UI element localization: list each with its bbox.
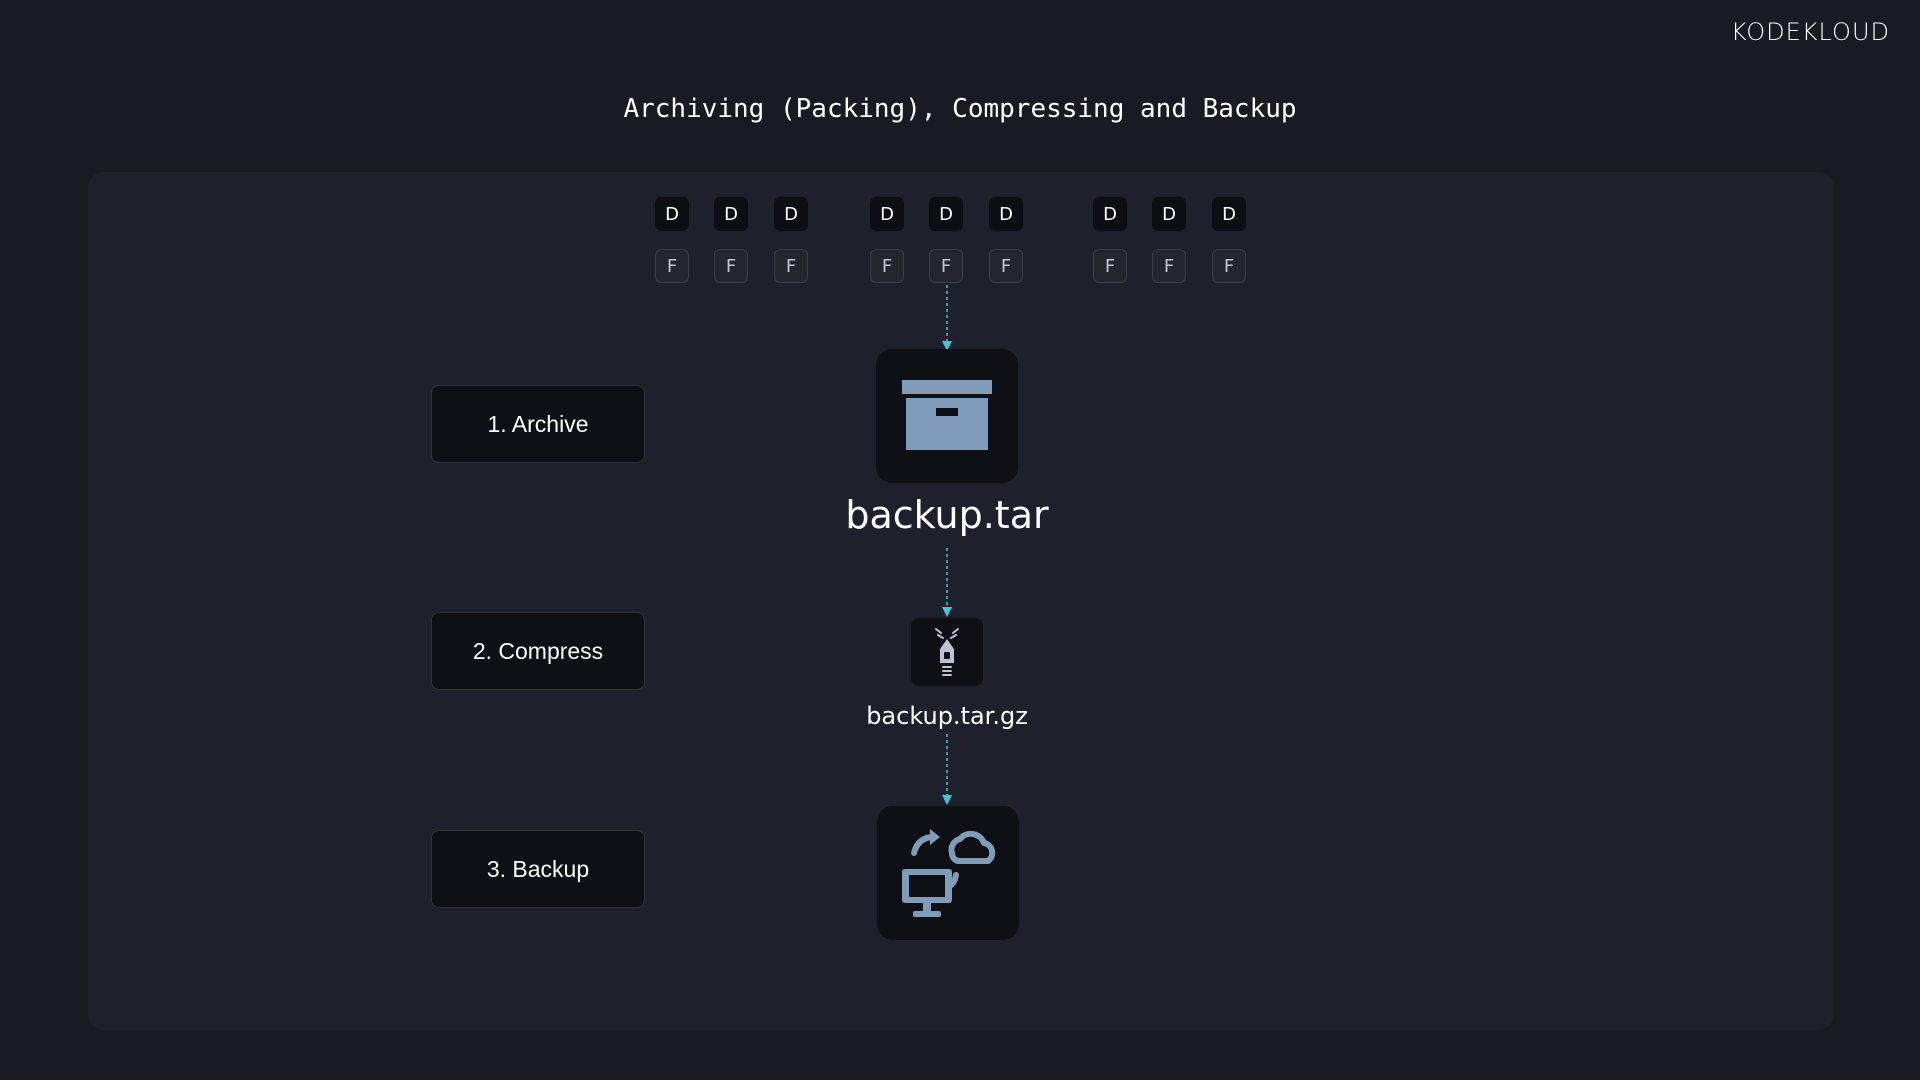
file-tile: F <box>774 249 808 283</box>
file-tile: F <box>1093 249 1127 283</box>
directory-tile: D <box>774 197 808 231</box>
directory-tile: D <box>989 197 1023 231</box>
file-tile: F <box>989 249 1023 283</box>
backup-icon-box <box>877 806 1019 940</box>
archive-box-icon <box>902 380 992 450</box>
file-tile: F <box>929 249 963 283</box>
slide: KODEKLOUD Archiving (Packing), Compressi… <box>0 0 1920 1080</box>
directory-tile: D <box>1152 197 1186 231</box>
archive-filename: backup.tar <box>845 493 1049 537</box>
kodekloud-logo: KODEKLOUD <box>1730 18 1890 46</box>
directory-tile: D <box>929 197 963 231</box>
archive-icon-box <box>876 349 1018 483</box>
directory-tile: D <box>1093 197 1127 231</box>
step-archive: 1. Archive <box>431 385 645 463</box>
compress-icon-box <box>911 618 983 686</box>
file-tile: F <box>1152 249 1186 283</box>
step-compress: 2. Compress <box>431 612 645 690</box>
compressed-filename: backup.tar.gz <box>866 702 1028 730</box>
file-tile: F <box>655 249 689 283</box>
slide-title: Archiving (Packing), Compressing and Bac… <box>623 94 1297 124</box>
step-backup: 3. Backup <box>431 830 645 908</box>
file-tile: F <box>714 249 748 283</box>
directory-tile: D <box>714 197 748 231</box>
directory-tile: D <box>870 197 904 231</box>
cloud-sync-computer-icon <box>902 829 996 917</box>
directory-tile: D <box>1212 197 1246 231</box>
zipper-icon <box>935 628 959 676</box>
directory-tile: D <box>655 197 689 231</box>
file-tile: F <box>1212 249 1246 283</box>
file-tile: F <box>870 249 904 283</box>
